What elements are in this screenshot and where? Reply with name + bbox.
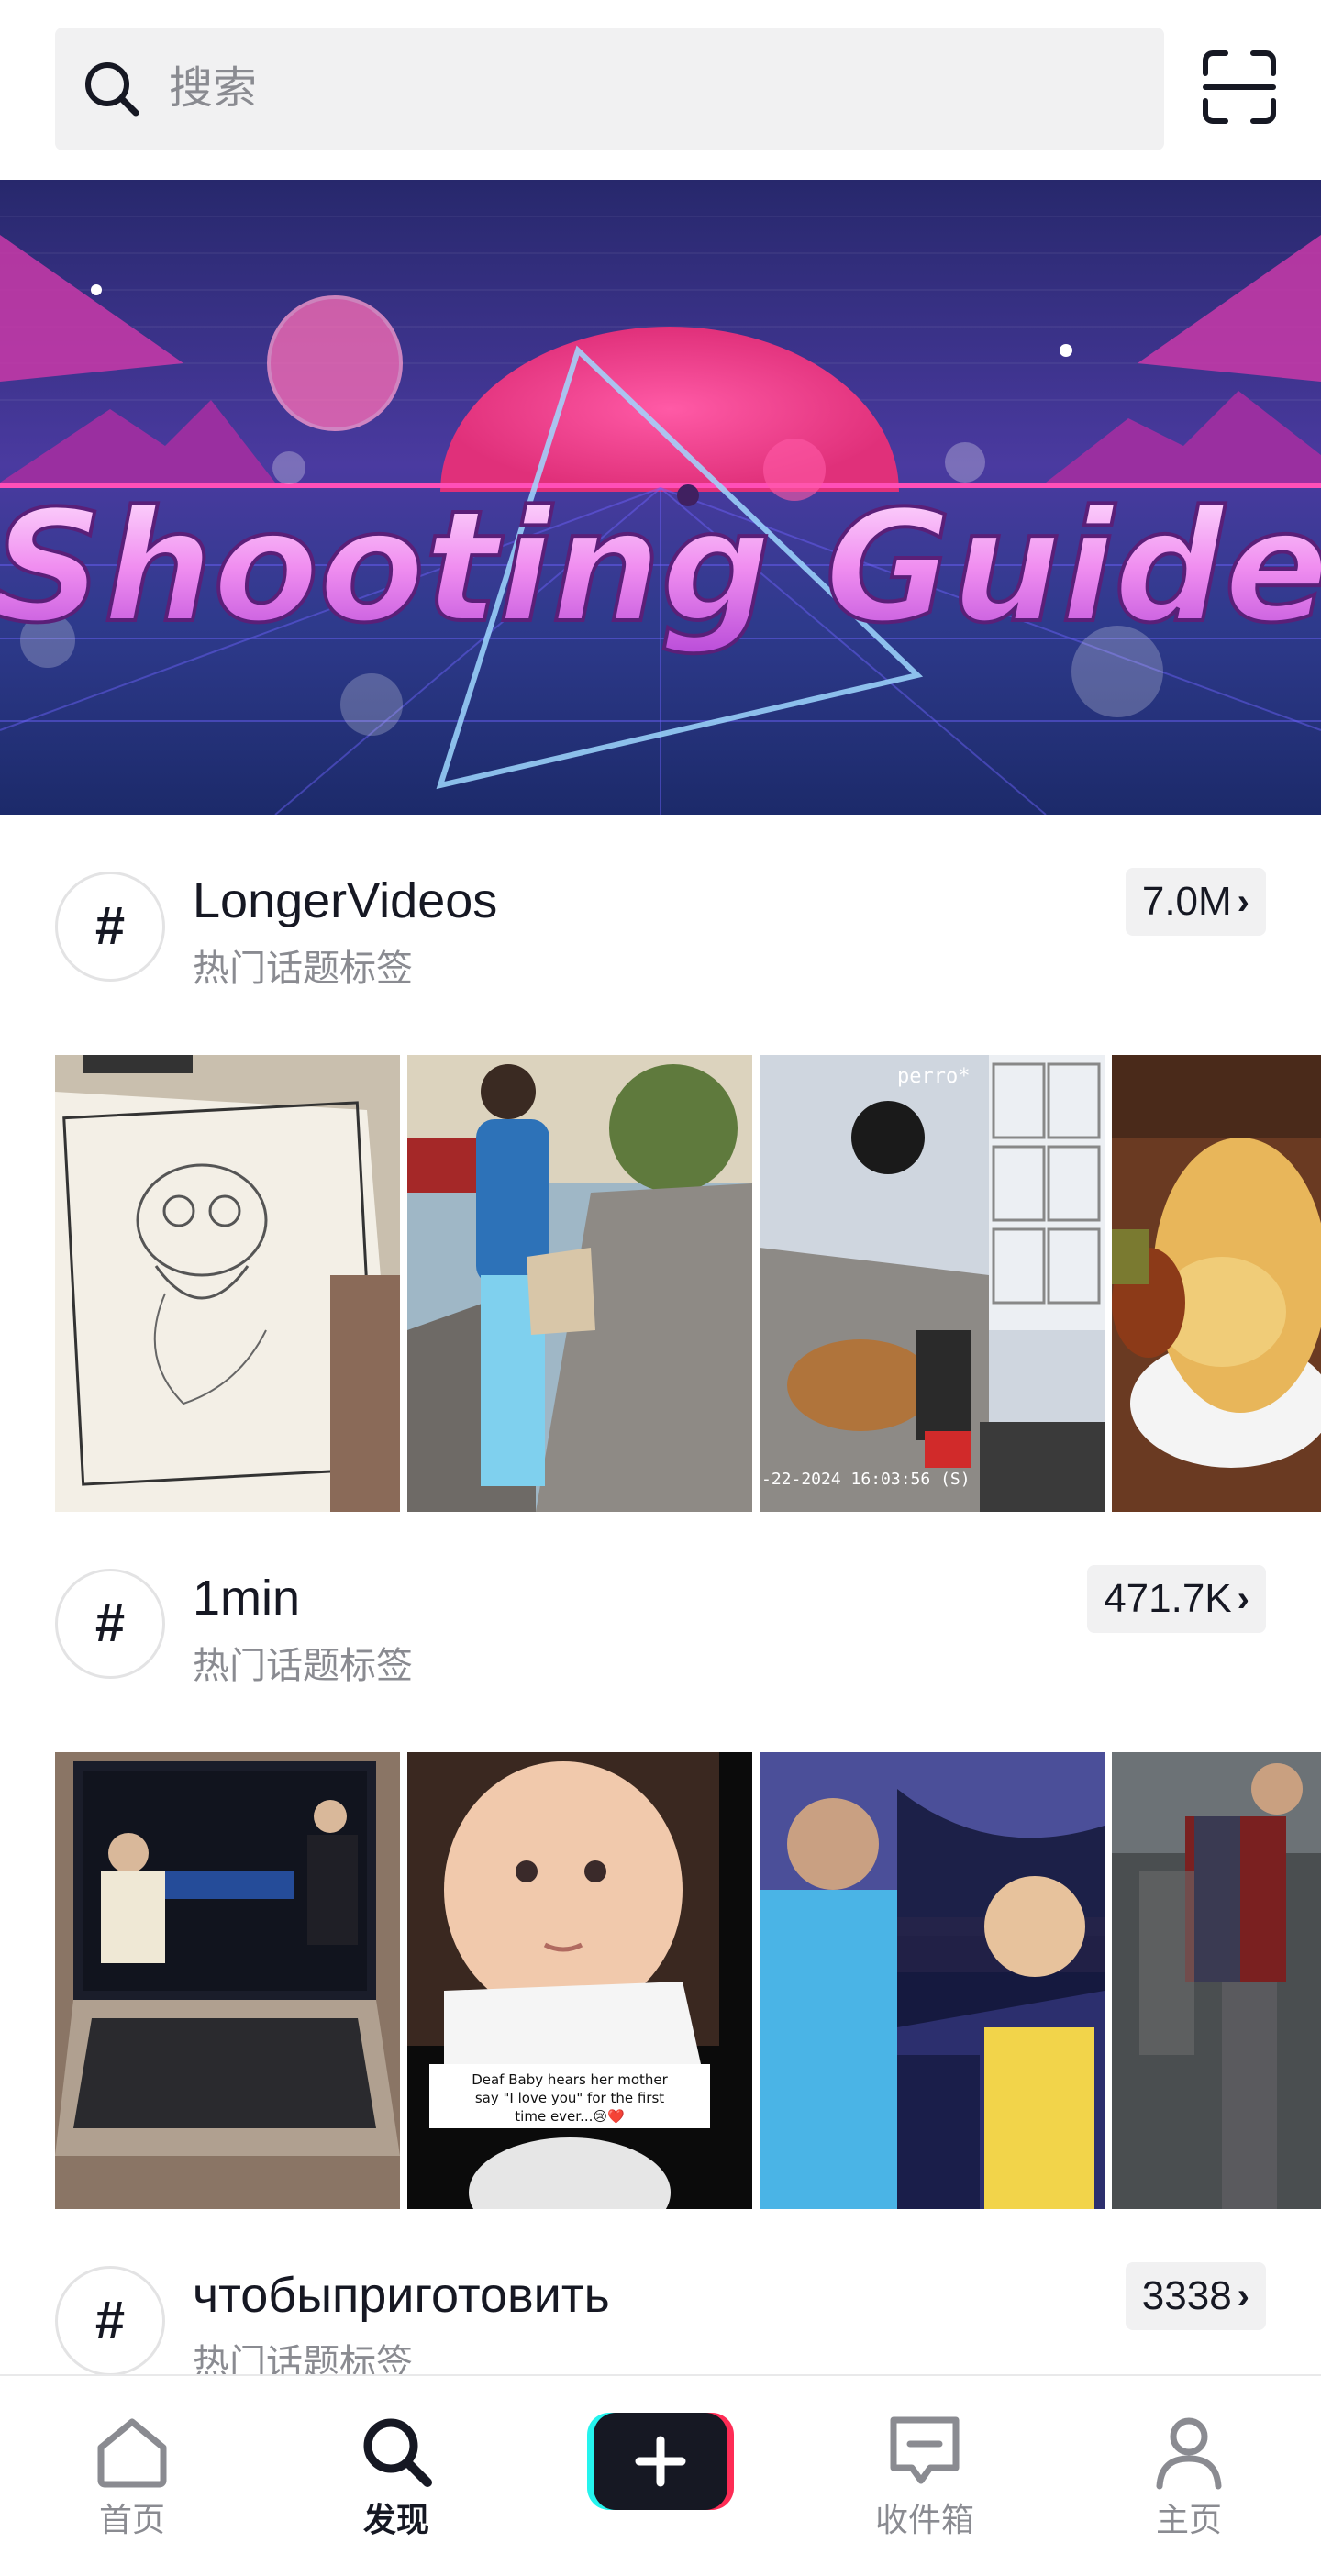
video-thumbnail[interactable]	[1112, 1055, 1321, 1512]
nav-inbox[interactable]: 收件箱	[833, 2376, 1016, 2576]
nav-inbox-label: 收件箱	[874, 2501, 974, 2538]
hashtag-row-1min[interactable]: # 1min 热门话题标签 471.7K ›	[0, 1565, 1321, 1712]
video-thumbnail[interactable]	[407, 1055, 752, 1512]
nav-discover[interactable]: 发现	[305, 2376, 488, 2576]
search-header: 搜索	[0, 0, 1321, 180]
hashtag-icon: #	[55, 1569, 165, 1679]
hashtag-row-longervideos[interactable]: # LongerVideos 热门话题标签 7.0M ›	[0, 868, 1321, 1015]
thumbnail-row: Deaf Baby hears her mother say "I love y…	[55, 1752, 1321, 2209]
hashtag-subtitle: 热门话题标签	[193, 949, 413, 989]
hashtag-subtitle: 热门话题标签	[193, 1646, 413, 1686]
view-count-badge[interactable]: 471.7K ›	[1087, 1565, 1266, 1633]
view-count-badge[interactable]: 3338 ›	[1125, 2262, 1266, 2330]
video-thumbnail[interactable]	[55, 1752, 400, 2209]
thumbnail-timestamp: -22-2024 16:03:56 (S)	[761, 1470, 971, 1489]
video-thumbnail[interactable]	[760, 1752, 1105, 2209]
banner-title: Shooting Guide	[0, 477, 1321, 657]
view-count: 471.7K	[1104, 1576, 1232, 1621]
chevron-right-icon: ›	[1237, 1579, 1249, 1619]
inbox-icon	[890, 2416, 960, 2484]
view-count-badge[interactable]: 7.0M ›	[1125, 868, 1266, 936]
thumbnail-caption: Deaf Baby hears her mother	[472, 2071, 668, 2088]
discover-icon	[363, 2418, 432, 2487]
hashtag-title: LongerVideos	[193, 873, 498, 928]
view-count: 3338	[1141, 2273, 1232, 2318]
hashtag-title: чтобыприготовить	[193, 2268, 610, 2323]
nav-home[interactable]: 首页	[40, 2376, 224, 2576]
create-button[interactable]	[587, 2413, 734, 2510]
nav-discover-label: 发现	[362, 2501, 429, 2538]
home-icon	[97, 2418, 167, 2488]
bottom-navigation: 首页 发现 收件箱 主页	[0, 2374, 1321, 2576]
hashtag-icon: #	[55, 872, 165, 982]
shooting-guide-banner[interactable]: Shooting Guide	[0, 180, 1321, 815]
hashtag-subtitle: 热门话题标签	[193, 2343, 413, 2374]
search-placeholder: 搜索	[169, 64, 258, 113]
chevron-right-icon: ›	[1237, 2276, 1249, 2316]
nav-profile-label: 主页	[1155, 2501, 1222, 2538]
video-thumbnail[interactable]: Deaf Baby hears her mother say "I love y…	[407, 1752, 752, 2209]
hashtag-icon: #	[55, 2266, 165, 2374]
scan-icon[interactable]	[1200, 48, 1279, 127]
video-thumbnail[interactable]: perro* -22-2024 16:03:56 (S)	[760, 1055, 1105, 1512]
thumbnail-caption: time ever...😢❤️	[515, 2108, 625, 2125]
thumbnail-caption: say "I love you" for the first	[475, 2090, 664, 2106]
video-thumbnail[interactable]	[1112, 1752, 1321, 2209]
profile-icon	[1156, 2417, 1222, 2490]
view-count: 7.0M	[1141, 879, 1232, 924]
hashtag-row-cooking[interactable]: # чтобыприготовить 热门话题标签 3338 ›	[0, 2262, 1321, 2374]
search-input[interactable]: 搜索	[55, 28, 1164, 150]
thumbnail-row: perro* -22-2024 16:03:56 (S)	[55, 1055, 1321, 1512]
hashtag-title: 1min	[193, 1571, 301, 1626]
plus-icon	[587, 2413, 734, 2510]
thumbnail-caption: perro*	[897, 1065, 970, 1088]
nav-profile[interactable]: 主页	[1097, 2376, 1281, 2576]
nav-home-label: 首页	[98, 2501, 165, 2538]
search-icon	[85, 62, 139, 117]
chevron-right-icon: ›	[1237, 882, 1249, 922]
video-thumbnail[interactable]	[55, 1055, 400, 1512]
